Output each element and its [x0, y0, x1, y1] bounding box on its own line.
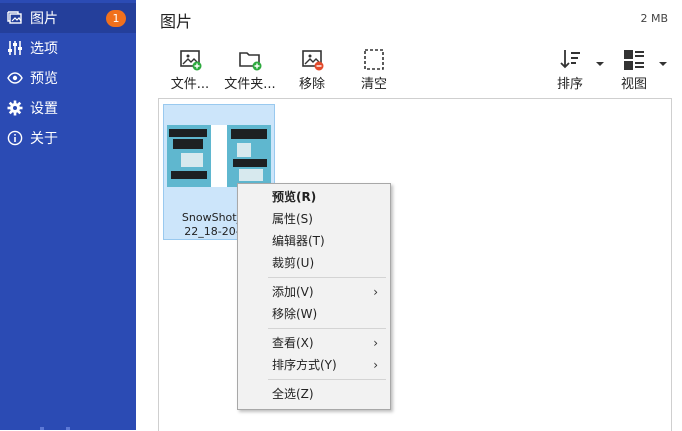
add-image-icon	[176, 48, 204, 72]
view-button[interactable]: 视图	[606, 48, 662, 92]
menu-item-label: 属性(S)	[272, 212, 313, 226]
menu-item-add[interactable]: 添加(V) ›	[240, 281, 388, 303]
add-folder-button[interactable]: 文件夹...	[222, 48, 278, 92]
sidebar: 图片 1 选项 预览 设置 关于	[0, 0, 136, 430]
page-title: 图片	[160, 12, 193, 31]
image-list[interactable]: SnowShot_20 22_18-20-48	[158, 98, 672, 431]
menu-item-editor[interactable]: 编辑器(T)	[240, 230, 388, 252]
menu-separator	[268, 328, 386, 329]
menu-item-label: 预览(R)	[272, 190, 317, 204]
clear-label: 清空	[360, 77, 387, 92]
menu-item-sort-by[interactable]: 排序方式(Y) ›	[240, 354, 388, 376]
sidebar-item-options[interactable]: 选项	[0, 33, 136, 63]
sidebar-item-label: 设置	[30, 101, 58, 117]
add-files-label: 文件...	[170, 77, 210, 92]
menu-item-label: 添加(V)	[272, 285, 314, 299]
add-folder-icon	[236, 48, 264, 72]
menu-separator	[268, 277, 386, 278]
eye-icon	[6, 69, 24, 87]
sidebar-item-label: 预览	[30, 71, 58, 87]
menu-item-label: 移除(W)	[272, 307, 318, 321]
submenu-arrow-icon: ›	[373, 358, 378, 372]
sort-button[interactable]: 排序	[542, 48, 598, 92]
pictures-icon	[6, 9, 24, 27]
view-dropdown-icon[interactable]	[659, 62, 667, 66]
screenshot-preview-image	[167, 125, 271, 187]
sort-label: 排序	[556, 77, 583, 92]
clear-icon	[360, 48, 388, 72]
sidebar-item-label: 关于	[30, 131, 58, 147]
menu-item-label: 裁剪(U)	[272, 256, 315, 270]
remove-image-icon	[298, 48, 326, 72]
sort-dropdown-icon[interactable]	[596, 62, 604, 66]
sidebar-item-label: 图片	[30, 11, 58, 27]
sliders-icon	[6, 39, 24, 57]
menu-item-label: 编辑器(T)	[272, 234, 325, 248]
sidebar-item-settings[interactable]: 设置	[0, 93, 136, 123]
sort-icon	[556, 48, 584, 72]
sidebar-item-pictures[interactable]: 图片 1	[0, 3, 136, 33]
sidebar-decoration	[40, 427, 70, 430]
menu-item-preview[interactable]: 预览(R)	[240, 186, 388, 208]
submenu-arrow-icon: ›	[373, 336, 378, 350]
view-icon	[620, 48, 648, 72]
submenu-arrow-icon: ›	[373, 285, 378, 299]
photo-left	[167, 125, 211, 187]
menu-item-properties[interactable]: 属性(S)	[240, 208, 388, 230]
remove-label: 移除	[298, 77, 325, 92]
menu-item-crop[interactable]: 裁剪(U)	[240, 252, 388, 274]
add-folder-label: 文件夹...	[224, 77, 276, 92]
total-size: 2 MB	[640, 12, 668, 25]
context-menu: 预览(R) 属性(S) 编辑器(T) 裁剪(U) 添加(V) › 移除(W) 查看…	[237, 183, 391, 410]
view-label: 视图	[620, 77, 647, 92]
sidebar-item-about[interactable]: 关于	[0, 123, 136, 153]
remove-button[interactable]: 移除	[284, 48, 340, 92]
photo-right	[227, 125, 271, 187]
main-panel: 图片 2 MB 文件... 文件夹... 移除 清空 排序 视图 SnowSho…	[136, 0, 682, 431]
gear-icon	[6, 99, 24, 117]
clear-button[interactable]: 清空	[346, 48, 402, 92]
menu-separator	[268, 379, 386, 380]
info-icon	[6, 129, 24, 147]
menu-item-label: 查看(X)	[272, 336, 314, 350]
menu-item-label: 全选(Z)	[272, 387, 314, 401]
menu-item-view[interactable]: 查看(X) ›	[240, 332, 388, 354]
menu-item-remove[interactable]: 移除(W)	[240, 303, 388, 325]
menu-item-label: 排序方式(Y)	[272, 358, 337, 372]
add-files-button[interactable]: 文件...	[162, 48, 218, 92]
count-badge: 1	[106, 10, 126, 27]
sidebar-item-label: 选项	[30, 41, 58, 57]
sidebar-item-preview[interactable]: 预览	[0, 63, 136, 93]
menu-item-select-all[interactable]: 全选(Z)	[240, 383, 388, 405]
